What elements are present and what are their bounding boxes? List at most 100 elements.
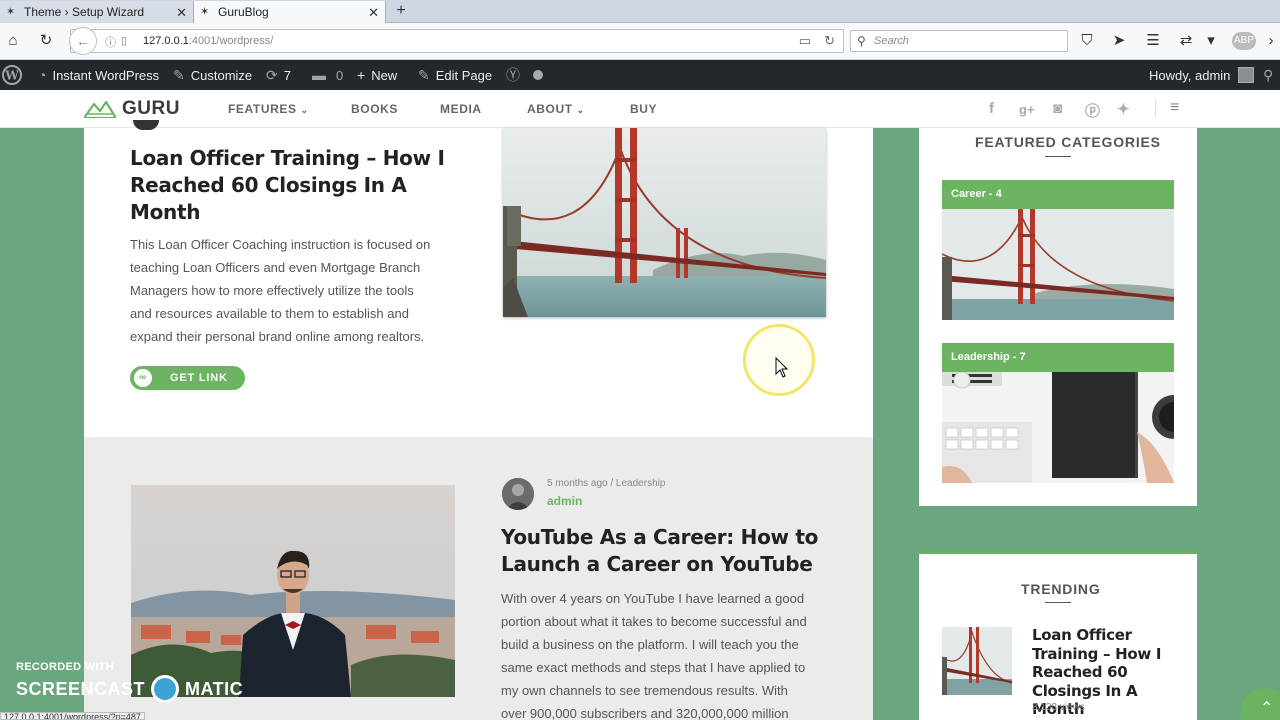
post-image-bridge[interactable]: [503, 128, 826, 317]
howdy-label: Howdy, admin: [1149, 67, 1231, 83]
menu-icon[interactable]: ☰: [1144, 32, 1162, 50]
post-excerpt-youtube: With over 4 years on YouTube I have lear…: [501, 591, 807, 720]
search-input[interactable]: ⚲ Search: [850, 30, 1068, 52]
close-tab-icon[interactable]: ✕: [368, 5, 379, 21]
shield-icon[interactable]: ▯: [121, 34, 127, 47]
updates-count: 7: [283, 67, 291, 83]
category-card-leadership[interactable]: Leadership - 7: [942, 343, 1174, 483]
author-avatar[interactable]: [502, 478, 534, 510]
heading-underline: [1045, 602, 1071, 603]
dashboard-icon: ◔: [38, 67, 47, 83]
adminbar-updates[interactable]: ⟳ 7: [266, 60, 291, 90]
tab-label: GuruBlog: [218, 5, 269, 19]
watermark-brand-right: MATIC: [185, 678, 244, 699]
page-favicon-icon: ✶: [200, 6, 210, 18]
comments-count: 0: [336, 67, 344, 83]
tab-gurublog[interactable]: ✶ GuruBlog ✕: [193, 1, 386, 23]
adminbar-account[interactable]: Howdy, admin: [1149, 60, 1255, 90]
logo-text: GURU: [122, 98, 180, 119]
mouse-cursor-icon: [775, 356, 789, 384]
yoast-icon[interactable]: Ⓨ: [506, 60, 520, 90]
pocket-icon[interactable]: ⛉: [1078, 32, 1096, 50]
extension-icon[interactable]: ⇄: [1177, 32, 1195, 50]
heading-underline: [1045, 156, 1071, 157]
featured-categories-heading: FEATURED CATEGORIES: [975, 134, 1161, 150]
search-icon: ⚲: [857, 34, 866, 48]
menu-features[interactable]: FEATURES ⌄: [228, 102, 309, 116]
reload-icon[interactable]: ↻: [37, 32, 55, 50]
browser-status-url: 127.0.0.1:4001/wordpress/?p=487: [0, 712, 145, 720]
plus-icon: +: [357, 67, 366, 83]
header-divider: [1155, 100, 1156, 118]
trending-post-views: 3,133 views: [1032, 702, 1085, 713]
adminbar-new[interactable]: + New: [357, 60, 397, 90]
google-plus-icon[interactable]: g+: [1019, 102, 1035, 117]
comment-icon: ▬: [312, 67, 326, 83]
adblock-icon[interactable]: ABP: [1232, 32, 1256, 50]
facebook-icon[interactable]: f: [989, 100, 994, 117]
info-icon[interactable]: ⓘ: [105, 34, 116, 50]
pinterest-icon[interactable]: ⓟ: [1085, 100, 1100, 121]
send-icon[interactable]: ➤: [1110, 32, 1128, 50]
browser-tab-bar: ✶ Theme › Setup Wizard ✕ ✶ GuruBlog ✕ +: [0, 0, 1280, 23]
adminbar-site[interactable]: ◔ Instant WordPress: [38, 60, 159, 90]
menu-buy[interactable]: BUY: [630, 102, 657, 116]
close-tab-icon[interactable]: ✕: [176, 5, 187, 21]
tab-setup-wizard[interactable]: ✶ Theme › Setup Wizard ✕: [0, 1, 193, 23]
refresh-icon[interactable]: ↻: [824, 33, 835, 49]
watermark-recorded-text: RECORDED WITH: [16, 661, 115, 673]
site-logo[interactable]: GURU: [84, 98, 180, 120]
search-placeholder: Search: [874, 35, 909, 47]
category-label: Career - 4: [942, 180, 1174, 209]
wordpress-logo-icon[interactable]: W: [2, 60, 22, 90]
hamburger-menu-icon[interactable]: ≡: [1170, 99, 1179, 117]
browser-navigation-bar: ⌂ ↻ ← ⓘ ▯ 127.0.0.1:4001/wordpress/ ▭ ↻ …: [0, 23, 1280, 60]
category-card-career[interactable]: Career - 4: [942, 180, 1174, 320]
address-bar[interactable]: ← ⓘ ▯ 127.0.0.1:4001/wordpress/ ▭ ↻: [69, 27, 844, 55]
post-title-youtube[interactable]: YouTube As a Career: How to Launch a Car…: [501, 524, 851, 578]
reader-view-icon[interactable]: ▭: [799, 33, 811, 49]
dropdown-icon[interactable]: ▾: [1202, 32, 1220, 50]
brush-icon: ✎: [173, 66, 185, 83]
edit-page-label: Edit Page: [435, 67, 493, 83]
screencast-logo-icon: [151, 675, 180, 703]
chevron-up-icon: ⌃: [1260, 700, 1274, 717]
adminbar-customize[interactable]: ✎ Customize: [173, 60, 252, 90]
search-icon[interactable]: ⚲: [1263, 60, 1273, 90]
url-text[interactable]: 127.0.0.1:4001/wordpress/: [143, 35, 273, 47]
adminbar-comments[interactable]: ▬ 0: [312, 60, 343, 90]
menu-media[interactable]: MEDIA: [440, 102, 482, 116]
screencast-watermark: RECORDED WITH SCREENCAST MATIC: [16, 661, 243, 703]
customize-label: Customize: [190, 67, 253, 83]
pencil-icon: ✎: [418, 66, 430, 83]
overflow-icon[interactable]: ›: [1262, 32, 1280, 50]
menu-about[interactable]: ABOUT ⌄: [527, 102, 585, 116]
trending-thumbnail[interactable]: [942, 627, 1012, 695]
twitter-icon[interactable]: ✦: [1117, 100, 1130, 118]
trending-heading: TRENDING: [1021, 581, 1101, 597]
chevron-down-icon: ⌄: [300, 105, 309, 115]
instagram-icon[interactable]: ◙: [1053, 100, 1062, 117]
watermark-brand-left: SCREENCAST: [16, 678, 146, 699]
post-meta: 5 months ago / Leadership: [547, 478, 666, 489]
post-author-link[interactable]: admin: [547, 494, 582, 508]
wp-admin-bar: W ◔ Instant WordPress ✎ Customize ⟳ 7 ▬ …: [0, 60, 1280, 90]
post-excerpt-loan-officer: This Loan Officer Coaching instruction i…: [130, 237, 431, 344]
new-tab-button[interactable]: +: [390, 2, 412, 21]
scroll-to-top-button[interactable]: ⌃: [1240, 688, 1280, 720]
status-dot-icon: [533, 60, 543, 90]
menu-books[interactable]: BOOKS: [351, 102, 398, 116]
adminbar-edit-page[interactable]: ✎ Edit Page: [418, 60, 492, 90]
category-image-desk: [942, 371, 1174, 483]
category-image-bridge: [942, 209, 1174, 320]
page-favicon-icon: ✶: [6, 6, 16, 18]
back-arrow-icon[interactable]: ←: [69, 27, 97, 55]
category-label: Leadership - 7: [942, 343, 1174, 372]
get-link-button[interactable]: ∞ GET LINK: [130, 366, 245, 390]
svg-text:W: W: [4, 69, 19, 83]
post-title-loan-officer[interactable]: Loan Officer Training – How I Reached 60…: [130, 145, 470, 226]
home-icon[interactable]: ⌂: [4, 32, 22, 50]
chevron-down-icon: ⌄: [576, 105, 585, 115]
mountain-logo-icon: [84, 100, 116, 118]
site-header: GURU FEATURES ⌄ BOOKS MEDIA ABOUT ⌄ BUY …: [0, 90, 1280, 128]
